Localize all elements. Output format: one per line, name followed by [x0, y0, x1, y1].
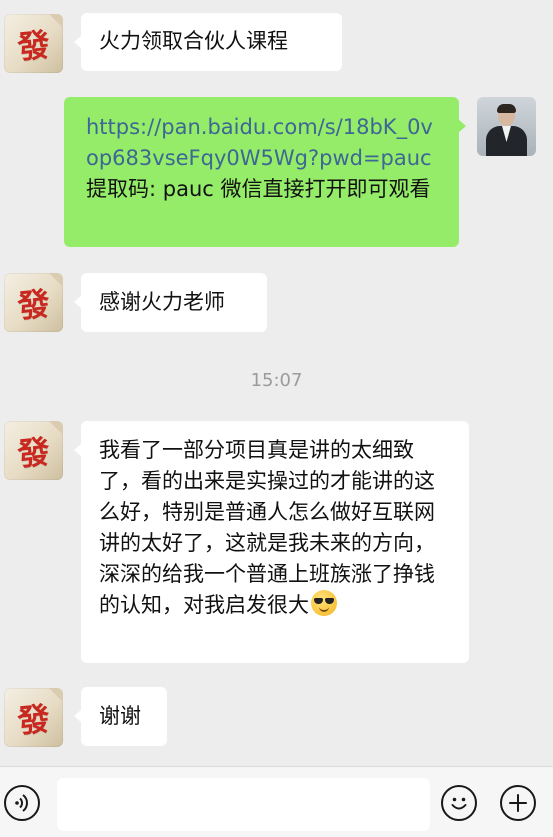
voice-button[interactable]	[4, 785, 40, 821]
plus-icon	[509, 794, 527, 812]
bubble-tail	[74, 35, 82, 49]
bubble-tail	[458, 119, 466, 133]
avatar-glyph: 發	[15, 431, 52, 474]
avatar-glyph: 發	[15, 24, 52, 67]
avatar-hair	[497, 104, 516, 113]
emoji-button[interactable]	[441, 785, 477, 821]
message-bubble-sent[interactable]: https://pan.baidu.com/s/18bK_0vop683vseF…	[64, 97, 466, 247]
message-text: 谢谢	[99, 704, 141, 728]
message-text: 火力领取合伙人课程	[99, 29, 288, 53]
message-text: 感谢火力老师	[99, 290, 225, 314]
bubble-tail	[74, 709, 82, 723]
message-bubble-received[interactable]: 感谢火力老师	[74, 273, 267, 332]
message-input[interactable]	[57, 778, 430, 831]
bubble-tail	[74, 443, 82, 457]
message-text: 我看了一部分项目真是讲的太细致了，看的出来是实操过的才能讲的这么好，特别是普通人…	[99, 435, 449, 621]
voice-icon	[15, 794, 28, 812]
emoji-face-icon	[451, 797, 467, 810]
bubble-tail	[74, 295, 82, 309]
more-button[interactable]	[500, 785, 536, 821]
sunglasses-emoji-icon	[311, 590, 337, 616]
share-link[interactable]: https://pan.baidu.com/s/18bK_0vop683vseF…	[86, 115, 433, 170]
chat-area: 發 火力领取合伙人课程 https://pan.baidu.com/s/18bK…	[0, 0, 553, 766]
message-body: 我看了一部分项目真是讲的太细致了，看的出来是实操过的才能讲的这么好，特别是普通人…	[99, 438, 435, 617]
contact-avatar[interactable]: 發	[4, 14, 63, 73]
my-avatar[interactable]	[477, 97, 536, 156]
message-bubble-received[interactable]: 火力领取合伙人课程	[74, 13, 342, 71]
avatar-glyph: 發	[15, 698, 52, 741]
contact-avatar[interactable]: 發	[4, 688, 63, 747]
message-bubble-received[interactable]: 我看了一部分项目真是讲的太细致了，看的出来是实操过的才能讲的这么好，特别是普通人…	[74, 421, 469, 663]
avatar-glyph: 發	[15, 283, 52, 326]
contact-avatar[interactable]: 發	[4, 421, 63, 480]
message-text: https://pan.baidu.com/s/18bK_0vop683vseF…	[86, 112, 445, 205]
contact-avatar[interactable]: 發	[4, 273, 63, 332]
message-bubble-received[interactable]: 谢谢	[74, 687, 167, 746]
chat-input-bar	[0, 766, 553, 837]
message-timestamp: 15:07	[250, 370, 303, 391]
